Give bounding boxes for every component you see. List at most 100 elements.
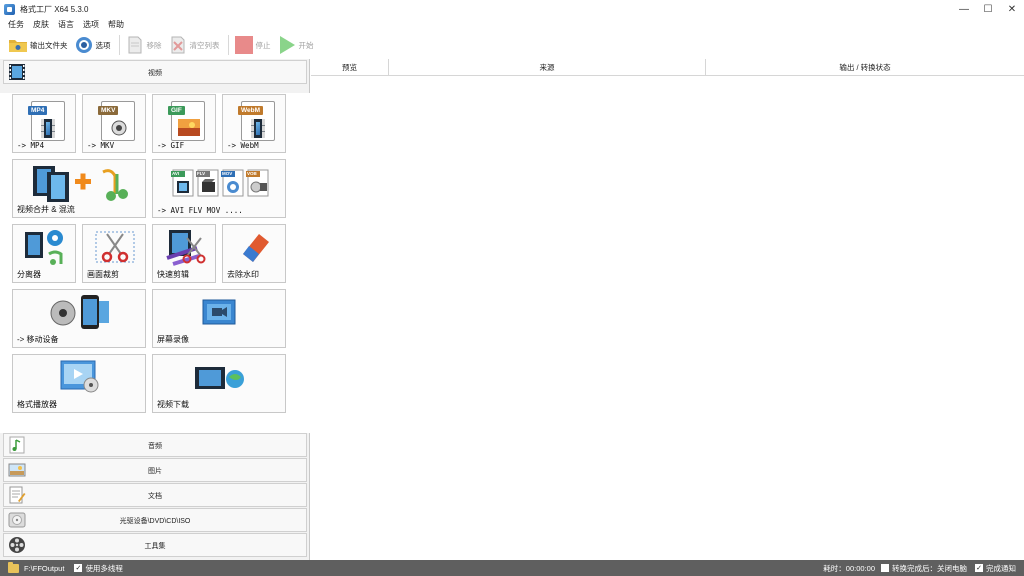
output-folder-label: 输出文件夹	[30, 40, 68, 50]
tile-splitter-label: 分离器	[17, 270, 41, 279]
folder-icon	[8, 561, 19, 573]
tile-to-mkv-label: -> MKV	[87, 141, 115, 150]
status-bar: F:\FFOutput ✓ 使用多线程 耗时：00:00:00 ✓ 转换完成后：…	[0, 560, 1024, 576]
column-preview[interactable]: 预览	[311, 59, 389, 76]
tile-remove-watermark[interactable]: 去除水印	[222, 224, 286, 283]
category-image[interactable]: 图片	[3, 458, 307, 482]
category-video[interactable]: 视频	[3, 60, 307, 84]
merge-icon	[33, 166, 128, 202]
flv-badge: FLV	[197, 171, 206, 176]
task-list[interactable]: 预览 来源 输出 / 转换状态	[311, 59, 1024, 560]
tile-merge-mux[interactable]: 视频合并 & 混流	[12, 159, 146, 218]
mkv-badge: MKV	[98, 106, 119, 115]
remove-button[interactable]: 移除	[125, 34, 162, 56]
task-list-header: 预览 来源 输出 / 转换状态	[311, 59, 1024, 76]
column-output-status[interactable]: 输出 / 转换状态	[706, 59, 1024, 76]
notify-checkbox[interactable]: ✓	[975, 564, 983, 572]
window-controls: — ☐ ✕	[952, 0, 1024, 18]
clear-list-button[interactable]: 清空列表	[168, 34, 220, 56]
tile-crop[interactable]: 画面裁剪	[82, 224, 146, 283]
eraser-icon	[243, 234, 269, 262]
maximize-button[interactable]: ☐	[976, 0, 1000, 18]
category-document[interactable]: 文档	[3, 483, 307, 507]
options-label: 选项	[95, 40, 111, 50]
output-path[interactable]: F:\FFOutput	[24, 564, 64, 573]
quick-clip-icon	[166, 230, 206, 266]
menu-task[interactable]: 任务	[8, 19, 24, 30]
clear-list-label: 清空列表	[189, 40, 220, 50]
splitter-icon	[25, 230, 63, 265]
tile-crop-label: 画面裁剪	[87, 270, 119, 279]
video-download-icon	[195, 367, 244, 389]
tile-to-multi-format[interactable]: AVI FLV MOV VOB -> AVI FLV MOV ....	[152, 159, 286, 218]
gif-badge: GIF	[168, 106, 185, 115]
video-tools-grid: MP4 -> MP4 MKV -> MKV GIF -> GIF WebM ->…	[0, 93, 310, 433]
category-toolbox[interactable]: 工具集	[3, 533, 307, 557]
tile-remove-watermark-label: 去除水印	[227, 270, 259, 279]
tile-splitter[interactable]: 分离器	[12, 224, 76, 283]
minimize-button[interactable]: —	[952, 0, 976, 18]
app-logo-icon	[4, 3, 15, 15]
folder-icon	[9, 40, 27, 52]
title-bar: 格式工厂 X64 5.3.0 — ☐ ✕	[0, 0, 1024, 18]
remove-document-icon	[128, 36, 141, 54]
remove-label: 移除	[146, 40, 162, 50]
tile-to-gif[interactable]: GIF -> GIF	[152, 94, 216, 153]
output-folder-button[interactable]: 输出文件夹	[8, 34, 68, 56]
gif-file-icon: GIF	[168, 101, 205, 141]
category-document-label: 文档	[148, 493, 162, 500]
player-icon	[60, 360, 99, 393]
category-audio[interactable]: 音频	[3, 433, 307, 457]
tile-quick-clip-label: 快速剪辑	[157, 270, 189, 279]
speaker-icon	[111, 120, 127, 136]
tile-to-mobile-label: -> 移动设备	[17, 335, 59, 344]
tile-format-player[interactable]: 格式播放器	[12, 354, 146, 413]
category-disc-label: 光驱设备\DVD\CD\ISO	[119, 518, 191, 525]
menu-skin[interactable]: 皮肤	[33, 19, 49, 30]
status-right-group: 耗时：00:00:00 ✓ 转换完成后：关闭电脑 ✓ 完成通知	[823, 560, 1016, 576]
start-label: 开始	[298, 40, 314, 50]
tile-to-mp4[interactable]: MP4 -> MP4	[12, 94, 76, 153]
tile-screen-record[interactable]: 屏幕录像	[152, 289, 286, 348]
film-icon	[41, 119, 55, 138]
multithread-option[interactable]: ✓ 使用多线程	[74, 563, 123, 574]
after-convert-option[interactable]: ✓ 转换完成后：关闭电脑	[881, 563, 967, 574]
notify-option[interactable]: ✓ 完成通知	[975, 563, 1016, 574]
after-convert-checkbox[interactable]: ✓	[881, 564, 889, 572]
tile-to-mobile[interactable]: -> 移动设备	[12, 289, 146, 348]
column-source[interactable]: 来源	[389, 59, 706, 76]
toolbar-divider	[118, 35, 120, 55]
menu-bar: 任务 皮肤 语言 选项 帮助	[0, 18, 133, 31]
tile-to-gif-label: -> GIF	[157, 141, 185, 150]
function-panel: 视频 MP4 -> MP4 MKV -> MKV GIF -> GIF WebM…	[0, 59, 310, 560]
vob-badge: VOB	[247, 171, 257, 176]
image-icon	[178, 119, 200, 136]
tile-to-webm-label: -> WebM	[227, 141, 259, 150]
menu-options[interactable]: 选项	[83, 19, 99, 30]
screen-record-icon	[202, 299, 236, 325]
film-icon	[251, 119, 265, 138]
menu-language[interactable]: 语言	[58, 19, 74, 30]
start-button[interactable]: 开始	[277, 34, 314, 56]
menu-help[interactable]: 帮助	[108, 19, 124, 30]
mp4-file-icon: MP4	[28, 101, 65, 141]
stop-button[interactable]: 停止	[234, 34, 271, 56]
options-button[interactable]: 选项	[74, 34, 111, 56]
close-button[interactable]: ✕	[1000, 0, 1024, 18]
toolbar-divider	[227, 35, 229, 55]
multithread-checkbox[interactable]: ✓	[74, 564, 83, 572]
mp4-badge: MP4	[28, 106, 48, 115]
tile-quick-clip[interactable]: 快速剪辑	[152, 224, 216, 283]
mkv-file-icon: MKV	[98, 101, 135, 141]
category-toolbox-label: 工具集	[144, 543, 166, 550]
scissors-icon	[95, 231, 135, 263]
tile-to-mkv[interactable]: MKV -> MKV	[82, 94, 146, 153]
tile-merge-mux-label: 视频合并 & 混流	[17, 205, 75, 214]
category-disc[interactable]: 光驱设备\DVD\CD\ISO	[3, 508, 307, 532]
webm-badge: WebM	[238, 106, 264, 115]
play-icon	[279, 36, 295, 54]
tile-to-webm[interactable]: WebM -> WebM	[222, 94, 286, 153]
tile-video-download[interactable]: 视频下载	[152, 354, 286, 413]
after-convert-label: 转换完成后：关闭电脑	[892, 563, 967, 573]
tile-to-multi-format-label: -> AVI FLV MOV ....	[157, 206, 243, 215]
